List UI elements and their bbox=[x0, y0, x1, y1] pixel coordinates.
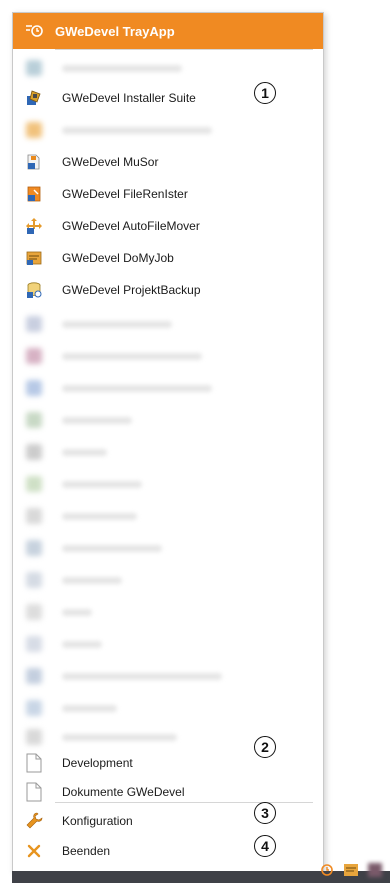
blurred-label bbox=[62, 480, 142, 488]
menu-item-label: GWeDevel AutoFileMover bbox=[62, 219, 200, 233]
blurred-label bbox=[62, 320, 172, 328]
document-icon bbox=[13, 776, 55, 808]
menu-item-autofilemover[interactable]: GWeDevel AutoFileMover bbox=[13, 210, 323, 242]
blurred-app-icon bbox=[26, 508, 42, 524]
menu-item-label: Development bbox=[62, 756, 133, 770]
blurred-label bbox=[62, 352, 202, 360]
menu-item-blurred[interactable] bbox=[13, 596, 323, 628]
menu-item-blurred[interactable] bbox=[13, 114, 323, 146]
blurred-app-icon bbox=[26, 729, 42, 745]
callout-2: 2 bbox=[254, 736, 276, 758]
blurred-app-icon bbox=[26, 380, 42, 396]
menu-item-domyjob[interactable]: GWeDevel DoMyJob bbox=[13, 242, 323, 274]
menu-item-blurred[interactable] bbox=[13, 500, 323, 532]
blurred-app-icon bbox=[26, 668, 42, 684]
close-icon bbox=[13, 835, 55, 867]
blurred-app-icon bbox=[26, 572, 42, 588]
menu-item-dokumente[interactable]: Dokumente GWeDevel bbox=[13, 776, 323, 808]
separator bbox=[55, 49, 313, 50]
blurred-label bbox=[62, 733, 177, 741]
blurred-app-icon bbox=[26, 122, 42, 138]
musor-icon bbox=[13, 146, 55, 178]
menu-item-label: GWeDevel Installer Suite bbox=[62, 91, 196, 105]
blurred-app-icon bbox=[26, 60, 42, 76]
blurred-app-icon bbox=[26, 700, 42, 716]
menu-item-label: GWeDevel DoMyJob bbox=[62, 251, 174, 265]
autofilemover-icon bbox=[13, 210, 55, 242]
blurred-label bbox=[62, 576, 122, 584]
installer-suite-icon bbox=[13, 82, 55, 114]
blurred-label bbox=[62, 704, 117, 712]
tray-icon-trayapp[interactable] bbox=[316, 859, 338, 881]
blurred-label bbox=[62, 608, 92, 616]
blurred-label bbox=[62, 544, 162, 552]
menu-item-blurred[interactable] bbox=[13, 532, 323, 564]
callout-3: 3 bbox=[254, 802, 276, 824]
tray-icon-domyjob[interactable] bbox=[340, 859, 362, 881]
blurred-app-icon bbox=[26, 412, 42, 428]
taskbar bbox=[12, 863, 390, 883]
menu-item-installer-suite[interactable]: GWeDevel Installer Suite bbox=[13, 82, 323, 114]
blurred-label bbox=[62, 448, 107, 456]
tray-icon-blurred[interactable] bbox=[364, 859, 386, 881]
blurred-app-icon bbox=[26, 444, 42, 460]
menu-item-development[interactable]: Development bbox=[13, 747, 323, 779]
menu-item-label: GWeDevel FileRenIster bbox=[62, 187, 188, 201]
wrench-icon bbox=[13, 805, 55, 837]
blurred-app-icon bbox=[26, 316, 42, 332]
menu-item-blurred[interactable] bbox=[13, 372, 323, 404]
blurred-label bbox=[62, 416, 132, 424]
menu-item-blurred[interactable] bbox=[13, 340, 323, 372]
menu-item-blurred[interactable] bbox=[13, 692, 323, 724]
callout-4: 4 bbox=[254, 835, 276, 857]
menu-item-blurred[interactable] bbox=[13, 52, 323, 84]
menu-header: GWeDevel TrayApp bbox=[13, 13, 323, 49]
menu-item-konfiguration[interactable]: Konfiguration bbox=[13, 805, 323, 837]
blurred-label bbox=[62, 126, 212, 134]
menu-item-label: GWeDevel ProjektBackup bbox=[62, 283, 201, 297]
blurred-app-icon bbox=[26, 540, 42, 556]
menu-item-blurred[interactable] bbox=[13, 660, 323, 692]
blurred-app-icon bbox=[26, 348, 42, 364]
blurred-tray-icon bbox=[368, 863, 382, 877]
blurred-label bbox=[62, 512, 137, 520]
blurred-label bbox=[62, 672, 222, 680]
projektbackup-icon bbox=[13, 274, 55, 306]
menu-item-label: Konfiguration bbox=[62, 814, 133, 828]
menu-item-beenden[interactable]: Beenden bbox=[13, 835, 323, 867]
menu-item-blurred[interactable] bbox=[13, 436, 323, 468]
document-icon bbox=[13, 747, 55, 779]
separator bbox=[55, 802, 313, 803]
menu-item-musor[interactable]: GWeDevel MuSor bbox=[13, 146, 323, 178]
callout-1: 1 bbox=[254, 82, 276, 104]
menu-item-blurred[interactable] bbox=[13, 308, 323, 340]
blurred-label bbox=[62, 384, 212, 392]
blurred-app-icon bbox=[26, 604, 42, 620]
filerenister-icon bbox=[13, 178, 55, 210]
menu-item-label: GWeDevel MuSor bbox=[62, 155, 159, 169]
app-title: GWeDevel TrayApp bbox=[55, 23, 175, 39]
tray-context-menu: GWeDevel TrayApp GWeDevel Installer Suit… bbox=[12, 12, 324, 872]
blurred-label bbox=[62, 640, 102, 648]
blurred-app-icon bbox=[26, 636, 42, 652]
menu-item-filerenister[interactable]: GWeDevel FileRenIster bbox=[13, 178, 323, 210]
menu-item-blurred[interactable] bbox=[13, 468, 323, 500]
menu-item-blurred[interactable] bbox=[13, 628, 323, 660]
menu-item-blurred[interactable] bbox=[13, 404, 323, 436]
trayapp-icon bbox=[13, 24, 55, 38]
blurred-app-icon bbox=[26, 476, 42, 492]
blurred-label bbox=[62, 64, 182, 72]
menu-item-label: Dokumente GWeDevel bbox=[62, 785, 185, 799]
menu-item-label: Beenden bbox=[62, 844, 111, 858]
menu-item-projektbackup[interactable]: GWeDevel ProjektBackup bbox=[13, 274, 323, 306]
domyjob-icon bbox=[13, 242, 55, 274]
menu-item-blurred[interactable] bbox=[13, 564, 323, 596]
